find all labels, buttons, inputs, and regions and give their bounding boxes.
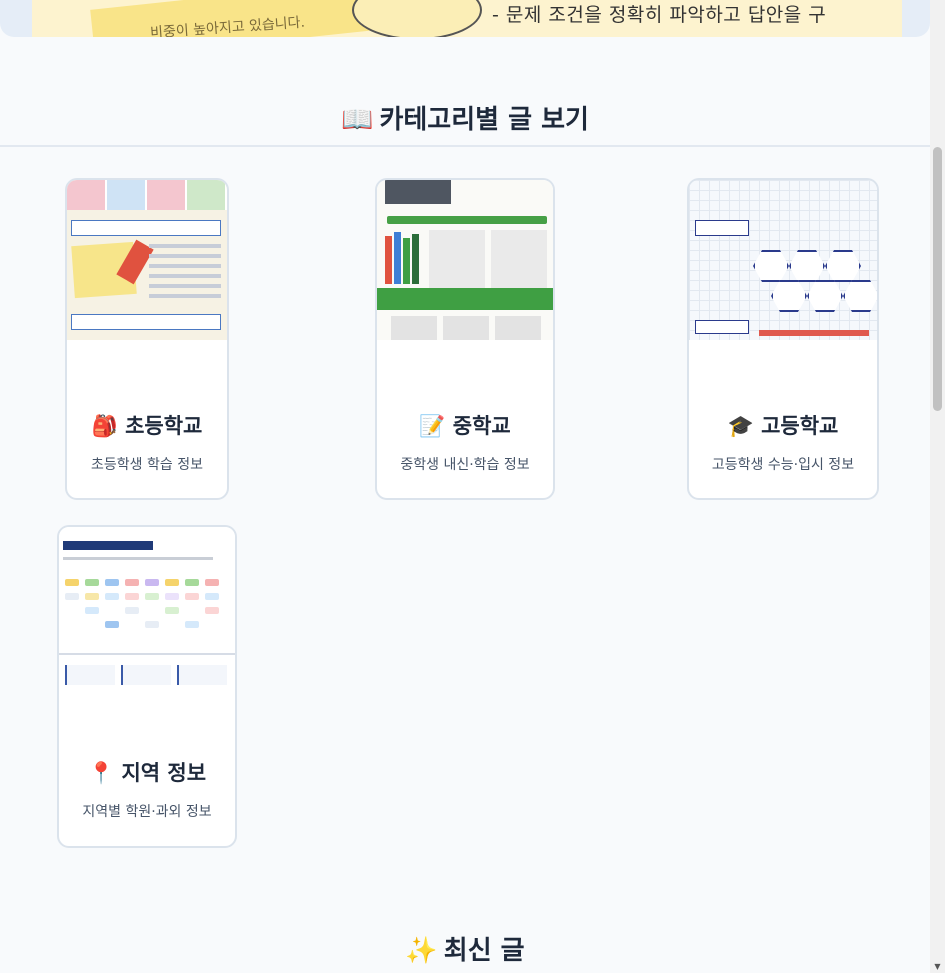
category-name-label: 고등학교 xyxy=(761,414,839,438)
category-card-region[interactable]: 📍 지역 정보 지역별 학원·과외 정보 xyxy=(57,525,237,848)
category-name-label: 중학교 xyxy=(452,414,511,438)
category-thumbnail xyxy=(689,180,877,340)
hero-banner: 비중이 높아지고 있습니다. - 문제 조건을 정확히 파악하고 답안을 구 xyxy=(0,0,930,37)
category-section-title: 📖 카테고리별 글 보기 xyxy=(0,99,930,136)
book-icon: 📖 xyxy=(341,105,374,135)
category-section-label: 카테고리별 글 보기 xyxy=(379,105,589,135)
hero-image: 비중이 높아지고 있습니다. - 문제 조건을 정확히 파악하고 답안을 구 xyxy=(32,0,902,37)
scrollbar-track[interactable]: ▼ xyxy=(930,0,945,973)
sparkles-icon: ✨ xyxy=(405,936,438,966)
category-name: 🎒 초등학교 xyxy=(67,410,227,440)
category-card-elementary[interactable]: 🎒 초등학교 초등학생 학습 정보 xyxy=(65,178,229,500)
latest-section-title: ✨ 최신 글 xyxy=(0,930,930,967)
category-thumbnail xyxy=(377,180,553,340)
category-card-middle[interactable]: 📝 중학교 중학생 내신·학습 정보 xyxy=(375,178,555,500)
hero-illustration xyxy=(352,0,482,37)
latest-section-label: 최신 글 xyxy=(443,936,525,966)
pin-icon: 📍 xyxy=(87,761,115,785)
category-name: 🎓 고등학교 xyxy=(689,410,877,440)
scrollbar-thumb[interactable] xyxy=(933,147,942,411)
scroll-down-arrow-icon[interactable]: ▼ xyxy=(933,962,942,971)
category-thumbnail xyxy=(59,527,235,687)
category-description: 지역별 학원·과외 정보 xyxy=(82,804,212,820)
category-thumbnail xyxy=(67,180,227,340)
category-description: 초등학생 학습 정보 xyxy=(91,457,203,473)
backpack-icon: 🎒 xyxy=(91,414,118,438)
section-divider xyxy=(0,145,930,147)
category-name-label: 지역 정보 xyxy=(121,761,207,785)
category-card-high[interactable]: 🎓 고등학교 고등학생 수능·입시 정보 xyxy=(687,178,879,500)
memo-icon: 📝 xyxy=(419,414,446,438)
hero-caption: - 문제 조건을 정확히 파악하고 답안을 구 xyxy=(492,4,827,26)
category-name: 📍 지역 정보 xyxy=(59,757,235,787)
category-description: 고등학생 수능·입시 정보 xyxy=(711,457,855,473)
category-name: 📝 중학교 xyxy=(377,410,553,440)
category-name-label: 초등학교 xyxy=(125,414,203,438)
region-thumbnail-title-bar xyxy=(63,541,153,550)
graduation-cap-icon: 🎓 xyxy=(727,414,754,438)
category-description: 중학생 내신·학습 정보 xyxy=(400,457,530,473)
